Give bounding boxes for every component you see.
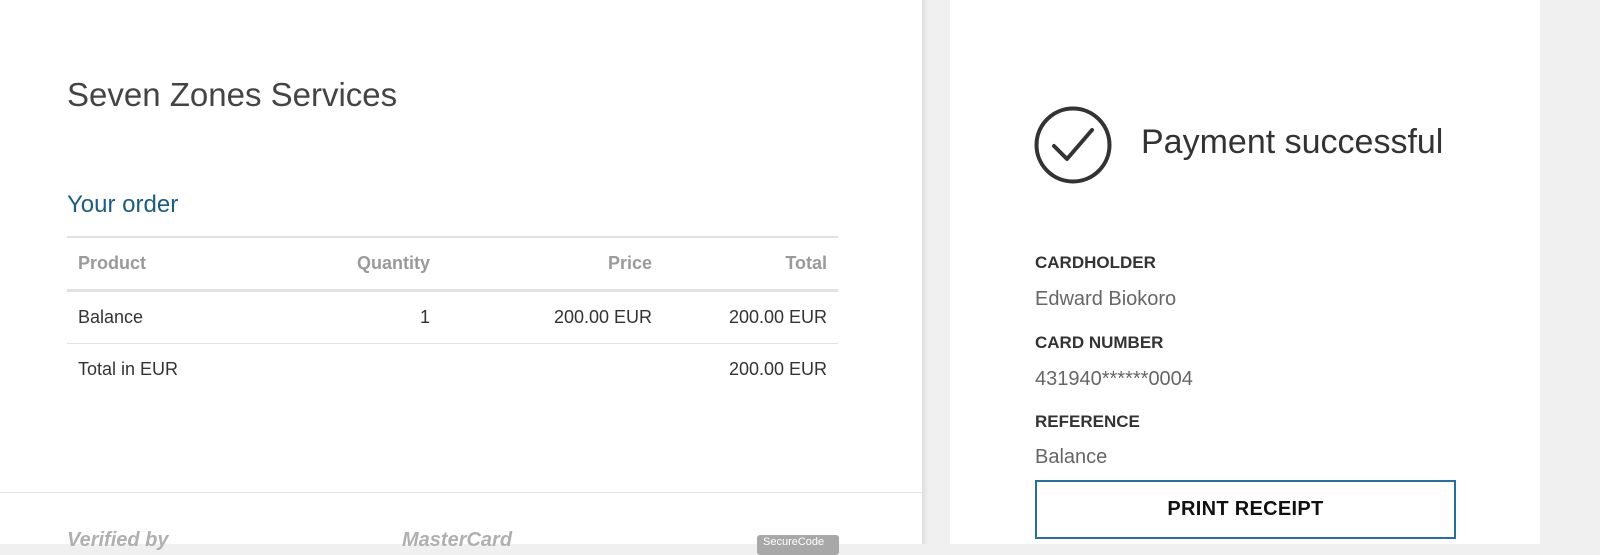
card-number-label: CARD NUMBER <box>1035 333 1164 352</box>
verified-by-logo: Verified by <box>67 529 169 551</box>
header-product: Product <box>67 236 249 292</box>
check-circle-icon <box>1034 106 1112 184</box>
header-total: Total <box>663 236 838 292</box>
total-label: Total in EUR <box>78 359 179 379</box>
panel-divider <box>922 0 928 544</box>
order-table: Product Quantity Price Total Balance 1 2… <box>67 236 838 395</box>
cardholder-label: CARDHOLDER <box>1035 253 1156 272</box>
print-receipt-button[interactable]: PRINT RECEIPT <box>1035 480 1456 539</box>
cardholder-value: Edward Biokoro <box>1035 288 1177 310</box>
reference-value: Balance <box>1035 446 1108 468</box>
header-quantity: Quantity <box>249 236 441 292</box>
reference-label: REFERENCE <box>1035 412 1140 431</box>
cell-total: 200.00 EUR <box>663 290 838 344</box>
order-title: Your order <box>67 191 179 218</box>
merchant-name: Seven Zones Services <box>67 76 398 113</box>
cell-price: 200.00 EUR <box>441 290 663 344</box>
mastercard-logo: MasterCard <box>402 529 513 551</box>
order-panel: Seven Zones Services Your order Product … <box>0 0 922 555</box>
payment-panel: Payment successful CARDHOLDER Edward Bio… <box>950 0 1540 544</box>
card-number-value: 431940******0004 <box>1035 368 1193 390</box>
table-header-row: Product Quantity Price Total <box>67 236 838 292</box>
total-row: Total in EUR 200.00 EUR <box>67 344 838 396</box>
total-value: 200.00 EUR <box>728 359 827 379</box>
cell-product: Balance <box>67 290 249 344</box>
table-row: Balance 1 200.00 EUR 200.00 EUR <box>67 290 838 344</box>
securecode-badge: SecureCode <box>757 535 839 555</box>
header-price: Price <box>441 236 663 292</box>
payment-status-title: Payment successful <box>1141 123 1444 161</box>
footer-divider <box>0 492 922 493</box>
cell-quantity: 1 <box>249 290 441 344</box>
